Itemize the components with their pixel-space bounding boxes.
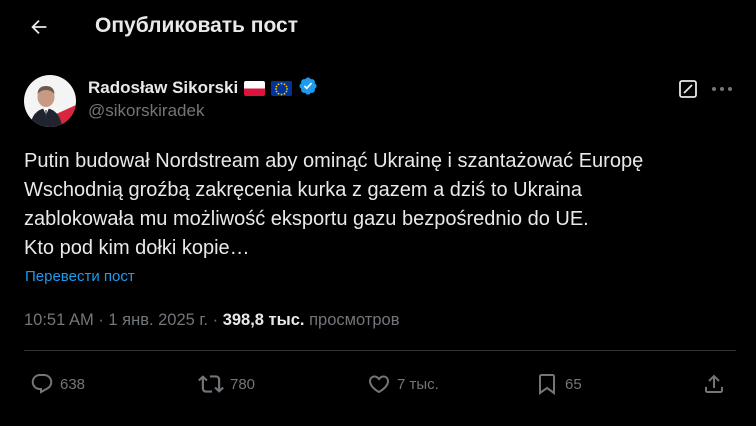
reply-button[interactable]: 638 (30, 366, 85, 402)
post-time[interactable]: 10:51 AM (24, 311, 94, 329)
views-count[interactable]: 398,8 тыс. (223, 311, 305, 329)
bookmark-count: 65 (565, 375, 582, 393)
post-text-line: Putin budował Nordstream aby ominąć Ukra… (24, 150, 644, 172)
back-button[interactable] (22, 10, 56, 44)
divider (24, 350, 736, 351)
page-title: Опубликовать пост (95, 14, 298, 37)
like-button[interactable]: 7 тыс. (367, 366, 439, 402)
like-count: 7 тыс. (397, 375, 439, 393)
grok-icon (679, 80, 697, 98)
repost-count: 780 (230, 375, 256, 393)
author-name[interactable]: Radosław Sikorski (88, 78, 238, 98)
header: Опубликовать пост (0, 0, 756, 55)
grok-button[interactable] (677, 78, 699, 100)
action-bar: 638 780 7 тыс. 65 (0, 366, 756, 402)
more-options-button[interactable] (708, 78, 736, 100)
views-label: просмотров (304, 311, 400, 329)
post-date[interactable]: 1 янв. 2025 г. (108, 311, 208, 329)
author-name-row: Radosław Sikorski (88, 76, 318, 100)
author-handle[interactable]: @sikorskiradek (88, 101, 204, 121)
bookmark-icon (539, 374, 555, 395)
meta-separator: · (93, 311, 109, 329)
repost-icon (198, 375, 224, 393)
eu-flag-icon (271, 80, 293, 96)
verified-badge-icon[interactable] (298, 76, 318, 101)
post-text: Putin budował Nordstream aby ominąć Ukra… (24, 147, 734, 263)
more-icon (712, 87, 732, 91)
reply-count: 638 (60, 375, 86, 393)
share-button[interactable] (702, 366, 726, 402)
bookmark-button[interactable]: 65 (535, 366, 582, 402)
share-icon (705, 374, 723, 393)
post-text-line: zablokowała mu możliwość eksportu gazu b… (24, 208, 589, 230)
post-text-line: Kto pod kim dołki kopie… (24, 237, 250, 259)
arrow-left-icon (31, 19, 47, 35)
post-page: Опубликовать пост Radosław Sikorski @sik… (0, 0, 756, 426)
heart-icon (368, 375, 390, 394)
avatar[interactable] (24, 75, 76, 127)
post-text-line: Wschodnią groźbą zakręcenia kurka z gaze… (24, 179, 583, 201)
reply-icon (31, 374, 53, 394)
post-meta: 10:51 AM · 1 янв. 2025 г. · 398,8 тыс. п… (24, 311, 399, 330)
poland-flag-icon (244, 80, 266, 96)
repost-button[interactable]: 780 (198, 366, 255, 402)
meta-separator: · (208, 311, 223, 329)
translate-post-link[interactable]: Перевести пост (25, 268, 135, 285)
